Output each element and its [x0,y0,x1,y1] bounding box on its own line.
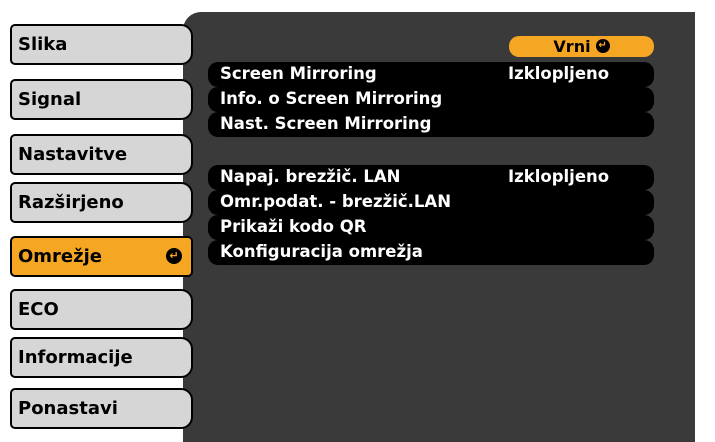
menu-item-label: Omr.podat. - brezžič.LAN [220,192,451,211]
enter-icon: ↵ [166,248,182,264]
sidebar-item-label: ECO [18,299,59,320]
menu-item-value: Izklopljeno [508,167,610,186]
menu-item-wireless-lan-info[interactable]: Omr.podat. - brezžič.LAN [208,190,654,215]
menu-item-value: Izklopljeno [508,64,610,83]
back-button[interactable]: Vrni ↵ [509,36,654,57]
sidebar-item-eco[interactable]: ECO [10,289,193,330]
sidebar-item-label: Ponastavi [18,398,118,419]
sidebar-item-label: Informacije [18,347,133,368]
sidebar-item-omrezje[interactable]: Omrežje ↵ [10,236,193,277]
sidebar-item-label: Signal [18,89,82,110]
menu-item-nast-screen-mirroring[interactable]: Nast. Screen Mirroring [208,112,654,137]
menu-item-screen-mirroring[interactable]: Screen Mirroring Izklopljeno [208,62,654,87]
menu-item-label: Screen Mirroring [220,64,377,83]
menu-item-info-screen-mirroring[interactable]: Info. o Screen Mirroring [208,87,654,112]
sidebar-item-label: Razširjeno [18,192,124,213]
sidebar-item-slika[interactable]: Slika [10,24,193,65]
sidebar-item-nastavitve[interactable]: Nastavitve [10,134,193,175]
menu-item-network-config[interactable]: Konfiguracija omrežja [208,240,654,265]
menu-item-label: Konfiguracija omrežja [220,242,423,261]
menu-item-show-qr-code[interactable]: Prikaži kodo QR [208,215,654,240]
menu-item-label: Nast. Screen Mirroring [220,114,432,133]
menu-sidebar: Slika Signal Nastavitve Razširjeno Omrež… [0,0,200,442]
menu-item-label: Napaj. brezžič. LAN [220,167,401,186]
back-button-label: Vrni [553,37,591,56]
menu-item-label: Prikaži kodo QR [220,217,367,236]
menu-item-wireless-lan-power[interactable]: Napaj. brezžič. LAN Izklopljeno [208,165,654,190]
sidebar-item-label: Slika [18,34,68,55]
sidebar-item-signal[interactable]: Signal [10,79,193,120]
sidebar-item-ponastavi[interactable]: Ponastavi [10,388,193,429]
menu-item-label: Info. o Screen Mirroring [220,89,443,108]
enter-icon: ↵ [595,39,610,53]
sidebar-item-label: Omrežje [18,246,102,267]
sidebar-item-razsirjeno[interactable]: Razširjeno [10,182,193,223]
sidebar-item-label: Nastavitve [18,144,128,165]
sidebar-item-informacije[interactable]: Informacije [10,337,193,378]
